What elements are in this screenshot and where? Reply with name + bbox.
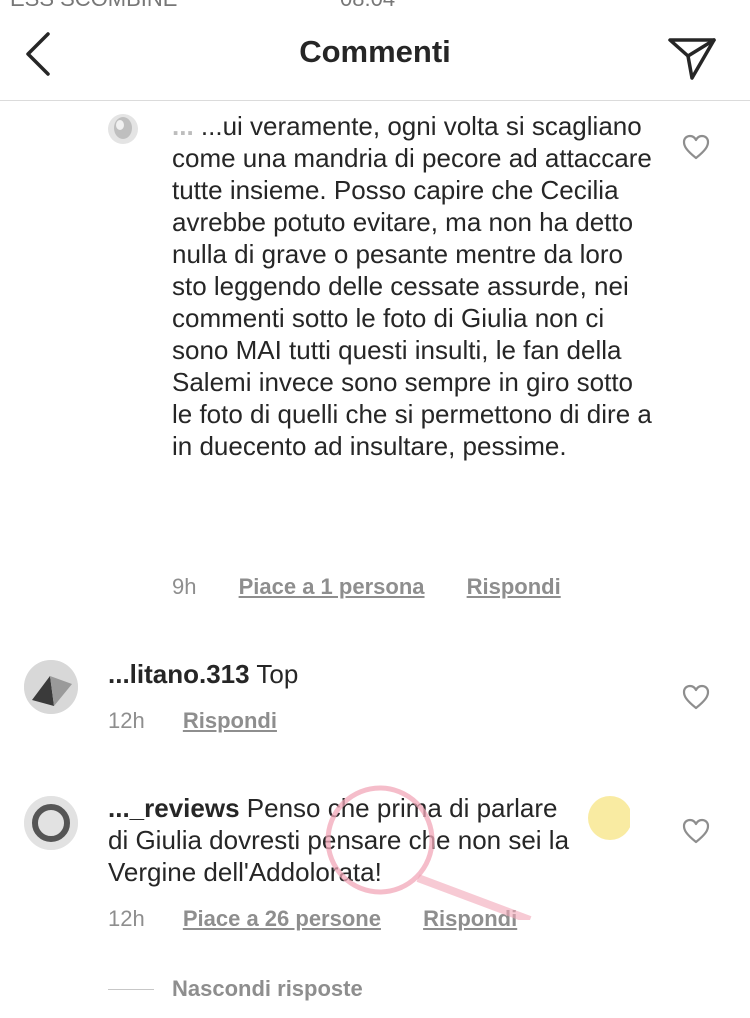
share-button[interactable] <box>666 32 718 82</box>
clock-label: 08:04 <box>340 0 395 8</box>
comment-body: Top <box>256 659 299 689</box>
divider-line <box>108 988 154 990</box>
likes-count-link[interactable]: Piace a 26 persone <box>183 906 381 931</box>
like-button[interactable] <box>682 684 710 710</box>
avatar-image-icon <box>24 796 78 850</box>
comments-header: Commenti <box>0 8 750 101</box>
hide-replies-label: Nascondi risposte <box>172 976 363 1001</box>
comment-text: ... ...ui veramente, ogni volta si scagl… <box>172 110 652 462</box>
reply-button[interactable]: Rispondi <box>423 906 517 931</box>
heart-icon <box>682 684 710 710</box>
avatar[interactable] <box>24 660 78 714</box>
avatar[interactable] <box>108 114 138 144</box>
comment-body: ...ui veramente, ogni volta si scagliano… <box>172 111 652 461</box>
carrier-label: ESS ŠCOMBINE <box>10 0 177 8</box>
comment-username[interactable]: ... <box>172 111 194 141</box>
comment-timestamp: 12h <box>108 906 145 931</box>
avatar-image-icon <box>114 117 132 139</box>
comment-timestamp: 12h <box>108 708 145 733</box>
comment-text: ..._reviews Penso che prima di parlare d… <box>108 792 578 888</box>
avatar-image-icon <box>24 660 78 714</box>
page-title: Commenti <box>299 34 451 69</box>
comment-meta: 12h Piace a 26 persone Rispondi <box>108 906 517 932</box>
reply-button[interactable]: Rispondi <box>467 574 561 599</box>
like-button[interactable] <box>682 134 710 160</box>
avatar[interactable] <box>24 796 78 850</box>
hide-replies-button[interactable]: Nascondi risposte <box>108 976 363 1002</box>
reply-button[interactable]: Rispondi <box>183 708 277 733</box>
comment-meta: 9h Piace a 1 persona Rispondi <box>172 574 561 600</box>
comment-text: ...litano.313 Top <box>108 658 668 690</box>
heart-icon <box>682 134 710 160</box>
like-button[interactable] <box>682 818 710 844</box>
status-bar: ESS ŠCOMBINE 08:04 <box>0 0 750 8</box>
comment-timestamp: 9h <box>172 574 197 599</box>
likes-count-link[interactable]: Piace a 1 persona <box>239 574 425 599</box>
heart-icon <box>682 818 710 844</box>
paper-plane-icon <box>668 38 716 80</box>
comment-meta: 12h Rispondi <box>108 708 277 734</box>
comment-username[interactable]: ..._reviews <box>108 793 240 823</box>
comment-username[interactable]: ...litano.313 <box>108 659 250 689</box>
